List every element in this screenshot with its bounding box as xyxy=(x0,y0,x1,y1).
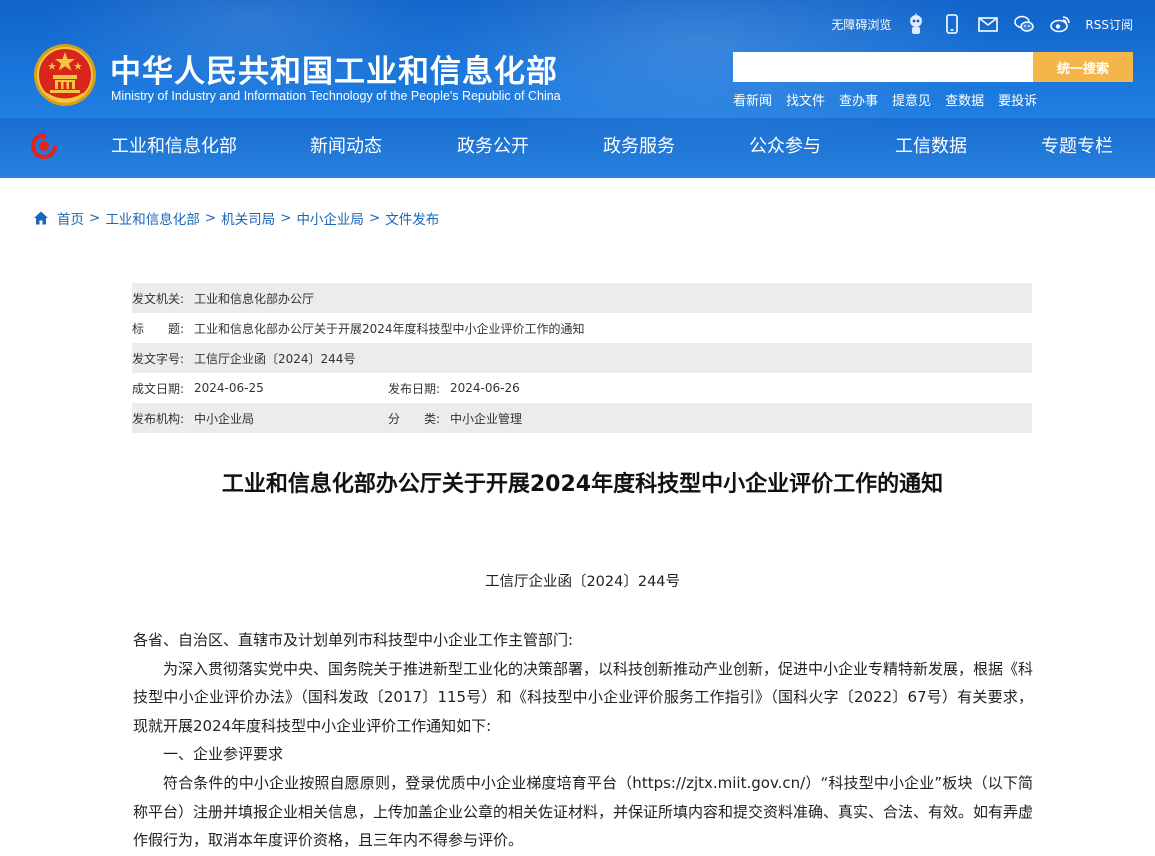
site-title: 中华人民共和国工业和信息化部 xyxy=(110,54,558,90)
weibo-icon[interactable] xyxy=(1049,13,1071,35)
info-published-date: 2024-06-26 xyxy=(450,381,520,395)
home-icon[interactable] xyxy=(33,210,49,226)
article-body: 各省、自治区、直辖市及计划单列市科技型中小企业工作主管部门: 为深入贯彻落实党中… xyxy=(133,626,1033,855)
top-toolbar: 无障碍浏览 RSS订阅 xyxy=(831,12,1133,36)
breadcrumb-ministry[interactable]: 工业和信息化部 xyxy=(105,208,200,228)
document-info-table: 发文机关: 工业和信息化部办公厅 标 题: 工业和信息化部办公厅关于开展2024… xyxy=(132,283,1032,433)
mail-icon[interactable] xyxy=(977,13,999,35)
breadcrumb-separator: > xyxy=(280,210,292,226)
info-cell-category: 分 类: 中小企业管理 xyxy=(388,410,522,427)
article-title: 工业和信息化部办公厅关于开展2024年度科技型中小企业评价工作的通知 xyxy=(221,472,944,497)
info-row-issuer: 发文机关: 工业和信息化部办公厅 xyxy=(132,283,1032,313)
info-row-agency: 发布机构: 中小企业局 分 类: 中小企业管理 xyxy=(132,403,1032,433)
site-subtitle: Ministry of Industry and Information Tec… xyxy=(111,89,561,103)
quick-link-feedback[interactable]: 提意见 xyxy=(892,90,931,109)
breadcrumb-separator: > xyxy=(89,210,101,226)
info-label: 发布日期: xyxy=(388,381,441,396)
breadcrumb: 首页 > 工业和信息化部 > 机关司局 > 中小企业局 > 文件发布 xyxy=(33,208,439,228)
accessibility-link[interactable]: 无障碍浏览 xyxy=(831,16,891,33)
nav-item-services[interactable]: 政务服务 xyxy=(603,132,675,158)
info-label: 分 类: xyxy=(388,411,441,426)
search-input[interactable] xyxy=(733,52,1033,82)
quick-link-services[interactable]: 查办事 xyxy=(839,90,878,109)
info-label: 发文机关: xyxy=(132,291,185,306)
main-nav: 工业和信息化部 新闻动态 政务公开 政务服务 公众参与 工信数据 专题专栏 xyxy=(0,126,1155,164)
quick-link-news[interactable]: 看新闻 xyxy=(733,90,772,109)
miit-logo-icon[interactable] xyxy=(30,132,58,160)
info-title: 工业和信息化部办公厅关于开展2024年度科技型中小企业评价工作的通知 xyxy=(194,321,585,336)
info-cell-agency: 发布机构: 中小企业局 xyxy=(132,410,388,427)
info-label: 发文字号: xyxy=(132,351,185,366)
quick-link-complaint[interactable]: 要投诉 xyxy=(998,90,1037,109)
info-label: 标 题: xyxy=(132,321,185,336)
paragraph: 符合条件的中小企业按照自愿原则，登录优质中小企业梯度培育平台（https://z… xyxy=(133,773,1034,850)
nav-item-data[interactable]: 工信数据 xyxy=(895,132,967,158)
document-number: 工信厅企业函〔2024〕244号 xyxy=(484,574,681,590)
breadcrumb-departments[interactable]: 机关司局 xyxy=(221,208,275,228)
breadcrumb-sme-bureau[interactable]: 中小企业局 xyxy=(296,208,364,228)
breadcrumb-documents[interactable]: 文件发布 xyxy=(385,208,439,228)
breadcrumb-separator: > xyxy=(204,210,217,226)
site-header: 中华人民共和国工业和信息化部 Ministry of Industry and … xyxy=(0,0,1155,178)
nav-item-open-government[interactable]: 政务公开 xyxy=(457,132,529,158)
mobile-phone-icon[interactable] xyxy=(941,13,963,35)
info-row-dates: 成文日期: 2024-06-25 发布日期: 2024-06-26 xyxy=(132,373,1032,403)
info-issuer: 工业和信息化部办公厅 xyxy=(194,291,315,306)
info-label: 成文日期: xyxy=(132,381,185,396)
quick-link-data[interactable]: 查数据 xyxy=(945,90,984,109)
robot-assistant-icon[interactable] xyxy=(905,13,927,35)
info-cell-written: 成文日期: 2024-06-25 xyxy=(132,380,388,397)
info-row-docnum: 发文字号: 工信厅企业函〔2024〕244号 xyxy=(132,343,1032,373)
info-cell-published: 发布日期: 2024-06-26 xyxy=(388,380,520,397)
wechat-icon[interactable] xyxy=(1013,13,1035,35)
info-label: 发布机构: xyxy=(132,411,185,426)
nav-item-participation[interactable]: 公众参与 xyxy=(749,132,821,158)
breadcrumb-separator: > xyxy=(368,210,381,226)
info-category: 中小企业管理 xyxy=(450,411,523,426)
quick-links: 看新闻 找文件 查办事 提意见 查数据 要投诉 xyxy=(733,90,1037,109)
national-emblem-icon[interactable] xyxy=(32,42,98,108)
rss-link[interactable]: RSS订阅 xyxy=(1085,16,1133,33)
search-button[interactable]: 统一搜索 xyxy=(1033,52,1133,82)
info-docnum: 工信厅企业函〔2024〕244号 xyxy=(194,351,356,366)
nav-item-topics[interactable]: 专题专栏 xyxy=(1041,132,1113,158)
rss-label: RSS订阅 xyxy=(1085,17,1133,32)
info-written-date: 2024-06-25 xyxy=(194,381,264,395)
paragraph: 为深入贯彻落实党中央、国务院关于推进新型工业化的决策部署，以科技创新推动产业创新… xyxy=(133,659,1034,735)
nav-item-news[interactable]: 新闻动态 xyxy=(310,132,382,158)
info-agency: 中小企业局 xyxy=(194,411,255,426)
section-heading: 一、企业参评要求 xyxy=(163,745,284,764)
breadcrumb-home[interactable]: 首页 xyxy=(57,208,84,228)
salutation: 各省、自治区、直辖市及计划单列市科技型中小企业工作主管部门: xyxy=(133,631,574,649)
quick-link-documents[interactable]: 找文件 xyxy=(786,90,825,109)
nav-item-ministry[interactable]: 工业和信息化部 xyxy=(111,132,237,158)
info-row-title: 标 题: 工业和信息化部办公厅关于开展2024年度科技型中小企业评价工作的通知 xyxy=(132,313,1032,343)
